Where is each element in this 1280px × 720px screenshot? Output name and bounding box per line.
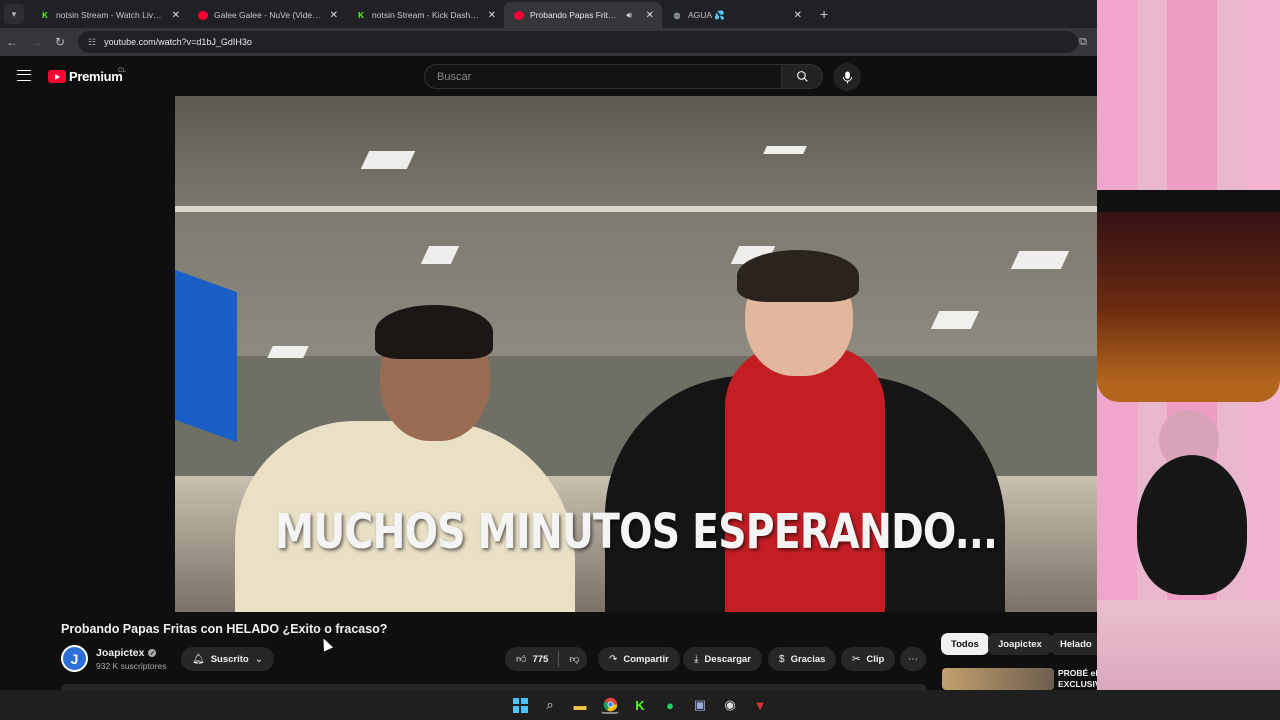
- obs-icon[interactable]: ◉: [721, 696, 739, 714]
- download-button[interactable]: ⤓ Descargar: [683, 647, 762, 671]
- file-explorer-icon[interactable]: ▬: [571, 696, 589, 714]
- youtube-play-icon: [48, 70, 66, 83]
- clip-label: Clip: [866, 653, 885, 665]
- youtube-logo[interactable]: Premium: [48, 69, 123, 84]
- cast-icon[interactable]: ⧉: [1079, 36, 1087, 49]
- dislike-icon[interactable]: 👎︎: [569, 653, 579, 665]
- video-frame-store-sign: [175, 269, 237, 443]
- more-actions-button[interactable]: ⋯: [900, 647, 926, 671]
- video-frame-person-left: [235, 305, 575, 612]
- tab-title: notsin Stream - Watch Live on: [56, 10, 166, 20]
- search-icon: [796, 71, 808, 82]
- close-tab-icon[interactable]: ✕: [646, 10, 654, 21]
- download-label: Descargar: [704, 653, 751, 665]
- start-button[interactable]: [511, 696, 529, 714]
- browser-tab-active[interactable]: Probando Papas Fritas con 🔊︎ ✕: [504, 2, 662, 28]
- address-bar[interactable]: ☷ youtube.com/watch?v=d1bJ_GdIH3o: [78, 31, 1078, 53]
- spotify-icon[interactable]: ●: [661, 696, 679, 714]
- browser-tab[interactable]: Galee Galee - NuVe (Video Ofi ✕: [188, 2, 346, 28]
- share-label: Compartir: [623, 653, 669, 665]
- app-icon[interactable]: ▼: [751, 696, 769, 714]
- recommendation-thumbnail[interactable]: [942, 668, 1054, 690]
- search-taskbar-icon[interactable]: ⌕: [541, 696, 559, 714]
- like-dislike-group: 👍︎ 775 👎︎: [505, 647, 588, 671]
- tab-search-dropdown-icon[interactable]: ▾: [4, 4, 24, 24]
- back-icon[interactable]: ←: [0, 35, 24, 49]
- share-button[interactable]: ↷ Compartir: [598, 647, 680, 671]
- country-code: CL: [118, 68, 126, 74]
- thanks-label: Gracias: [790, 653, 826, 665]
- site-info-icon[interactable]: ☷: [88, 37, 96, 48]
- subscribe-label: Suscrito: [210, 653, 249, 665]
- tab-title: Galee Galee - NuVe (Video Ofi: [214, 10, 324, 20]
- mustache: [1137, 455, 1247, 595]
- recommendation-title[interactable]: PROBÉ el EXCLUSIV: [1058, 668, 1098, 690]
- new-tab-icon[interactable]: +: [820, 6, 828, 22]
- channel-avatar[interactable]: J: [61, 645, 88, 672]
- tab-title: notsin Stream - Kick Dashboard: [372, 10, 482, 20]
- tab-title: Probando Papas Fritas con: [530, 10, 620, 20]
- browser-tab[interactable]: K notsin Stream - Kick Dashboard ✕: [346, 2, 504, 28]
- subscriber-count: 932 K suscriptores: [96, 661, 167, 671]
- mouse-cursor: [318, 636, 334, 652]
- thanks-button[interactable]: $ Gracias: [768, 647, 837, 671]
- logo-text: Premium: [69, 69, 123, 84]
- browser-toolbar: ← → ↻ ☷ youtube.com/watch?v=d1bJ_GdIH3o …: [0, 28, 1097, 56]
- like-count[interactable]: 775: [532, 654, 548, 665]
- chrome-icon[interactable]: [601, 696, 619, 714]
- close-tab-icon[interactable]: ✕: [488, 10, 496, 21]
- chrome-logo: [603, 697, 617, 711]
- menu-icon[interactable]: [17, 70, 31, 81]
- youtube-icon: [514, 10, 524, 20]
- clip-button[interactable]: ✂ Clip: [841, 647, 896, 671]
- verified-icon: ✓: [148, 649, 157, 657]
- speaker-icon[interactable]: 🔊︎: [626, 10, 632, 21]
- chevron-down-icon: ⌄: [254, 653, 264, 665]
- close-tab-icon[interactable]: ✕: [794, 10, 802, 21]
- close-tab-icon[interactable]: ✕: [172, 10, 180, 21]
- terminal-icon[interactable]: ▣: [691, 696, 709, 714]
- download-icon: ⤓: [694, 653, 699, 665]
- bell-icon: 🔔︎: [192, 653, 205, 665]
- kick-icon: K: [358, 10, 364, 20]
- youtube-icon: [198, 10, 208, 20]
- browser-tab[interactable]: ◍ AGUA 💦 ✕: [662, 2, 810, 28]
- url-text: youtube.com/watch?v=d1bJ_GdIH3o: [104, 37, 252, 47]
- globe-icon: ◍: [673, 10, 681, 20]
- more-horizontal-icon: ⋯: [908, 653, 918, 665]
- screen: ▾ K notsin Stream - Watch Live on ✕ Gale…: [0, 0, 1280, 720]
- search-button[interactable]: [781, 64, 823, 89]
- thanks-icon: $: [779, 653, 785, 665]
- forward-icon[interactable]: →: [24, 35, 48, 49]
- browser-tab-strip: ▾ K notsin Stream - Watch Live on ✕ Gale…: [0, 0, 1097, 28]
- chip-joapictex[interactable]: Joapictex: [988, 633, 1052, 655]
- chip-helado[interactable]: Helado: [1050, 633, 1102, 655]
- windows-icon: [512, 697, 528, 713]
- channel-name[interactable]: Joapictex: [96, 647, 144, 659]
- channel-name-row[interactable]: Joapictex ✓: [96, 647, 157, 659]
- close-tab-icon[interactable]: ✕: [330, 10, 338, 21]
- streamer-camera-overlay: [1097, 0, 1280, 720]
- sunglasses: [1097, 192, 1280, 402]
- youtube-masthead: Premium CL Buscar: [0, 56, 1097, 96]
- kick-icon: K: [42, 10, 48, 20]
- tab-title: AGUA 💦: [688, 9, 725, 20]
- reload-icon[interactable]: ↻: [48, 35, 72, 49]
- windows-taskbar: ⌕ ▬ K ● ▣ ◉ ▼: [0, 690, 1280, 720]
- microphone-icon: [842, 71, 852, 83]
- browser-tab[interactable]: K notsin Stream - Watch Live on ✕: [30, 2, 188, 28]
- video-caption: MUCHOS MINUTOS ESPERANDO...: [274, 504, 998, 560]
- search-input[interactable]: Buscar: [424, 64, 782, 89]
- scissors-icon: ✂: [852, 653, 861, 665]
- share-icon: ↷: [609, 653, 618, 665]
- chip-todos[interactable]: Todos: [941, 633, 989, 655]
- voice-search-button[interactable]: [833, 63, 861, 91]
- subscribe-button[interactable]: 🔔︎ Suscrito ⌄: [181, 647, 275, 671]
- video-title: Probando Papas Fritas con HELADO ¿Exito …: [61, 622, 388, 636]
- like-icon[interactable]: 👍︎: [516, 653, 526, 665]
- kick-app-icon[interactable]: K: [631, 696, 649, 714]
- video-player[interactable]: MUCHOS MINUTOS ESPERANDO...: [175, 96, 1097, 612]
